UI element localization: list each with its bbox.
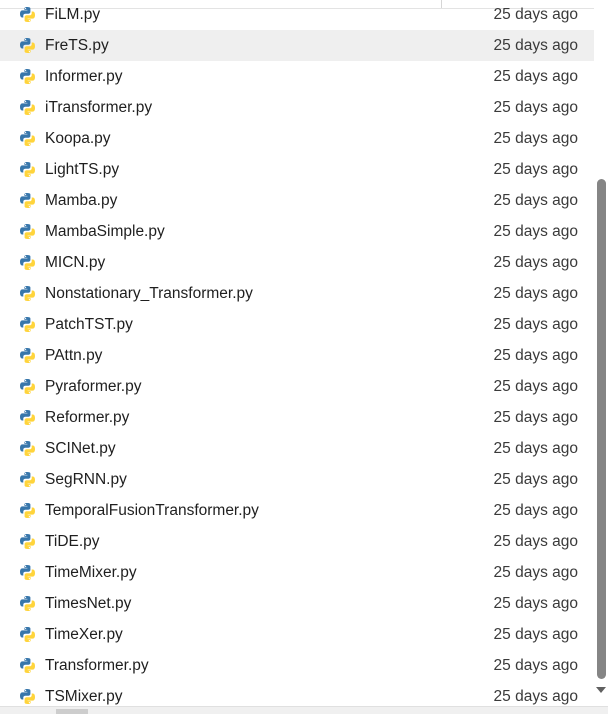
- file-modified-date: 25 days ago: [493, 37, 578, 54]
- file-modified-date: 25 days ago: [493, 223, 578, 240]
- file-row[interactable]: TimesNet.py 25 days ago: [0, 588, 594, 619]
- file-modified-date: 25 days ago: [493, 161, 578, 178]
- python-file-icon: [19, 192, 36, 209]
- python-file-icon: [19, 440, 36, 457]
- file-name[interactable]: Reformer.py: [45, 408, 129, 428]
- file-name[interactable]: PAttn.py: [45, 346, 102, 366]
- file-row[interactable]: Informer.py 25 days ago: [0, 61, 594, 92]
- file-row[interactable]: MICN.py 25 days ago: [0, 247, 594, 278]
- file-modified-date: 25 days ago: [493, 285, 578, 302]
- file-name[interactable]: Informer.py: [45, 67, 123, 87]
- file-row[interactable]: MambaSimple.py 25 days ago: [0, 216, 594, 247]
- python-file-icon: [19, 68, 36, 85]
- file-modified-date: 25 days ago: [493, 192, 578, 209]
- file-modified-date: 25 days ago: [493, 471, 578, 488]
- file-modified-date: 25 days ago: [493, 254, 578, 271]
- file-modified-date: 25 days ago: [493, 316, 578, 333]
- file-name[interactable]: FreTS.py: [45, 36, 109, 56]
- file-modified-date: 25 days ago: [493, 564, 578, 581]
- python-file-icon: [19, 285, 36, 302]
- file-row[interactable]: Mamba.py 25 days ago: [0, 185, 594, 216]
- python-file-icon: [19, 223, 36, 240]
- python-file-icon: [19, 37, 36, 54]
- python-file-icon: [19, 254, 36, 271]
- file-row[interactable]: PAttn.py 25 days ago: [0, 340, 594, 371]
- python-file-icon: [19, 130, 36, 147]
- file-row[interactable]: FiLM.py 25 days ago: [0, 0, 594, 30]
- file-modified-date: 25 days ago: [493, 533, 578, 550]
- file-row[interactable]: PatchTST.py 25 days ago: [0, 309, 594, 340]
- file-modified-date: 25 days ago: [493, 378, 578, 395]
- file-row[interactable]: Reformer.py 25 days ago: [0, 402, 594, 433]
- file-list: FiLM.py 25 days ago FreTS.py 25 days ago…: [0, 0, 594, 712]
- python-file-icon: [19, 6, 36, 23]
- file-name[interactable]: TSMixer.py: [45, 687, 123, 707]
- scrollbar-thumb[interactable]: [597, 179, 606, 679]
- python-file-icon: [19, 316, 36, 333]
- file-modified-date: 25 days ago: [493, 99, 578, 116]
- python-file-icon: [19, 688, 36, 705]
- file-row[interactable]: TiDE.py 25 days ago: [0, 526, 594, 557]
- file-row[interactable]: Nonstationary_Transformer.py 25 days ago: [0, 278, 594, 309]
- horizontal-scrollbar-thumb[interactable]: [56, 709, 88, 714]
- file-name[interactable]: MICN.py: [45, 253, 105, 273]
- file-row[interactable]: SegRNN.py 25 days ago: [0, 464, 594, 495]
- file-modified-date: 25 days ago: [493, 68, 578, 85]
- file-list-panel: FiLM.py 25 days ago FreTS.py 25 days ago…: [0, 0, 608, 714]
- file-row[interactable]: iTransformer.py 25 days ago: [0, 92, 594, 123]
- file-modified-date: 25 days ago: [493, 688, 578, 705]
- file-row[interactable]: Pyraformer.py 25 days ago: [0, 371, 594, 402]
- file-modified-date: 25 days ago: [493, 409, 578, 426]
- file-row[interactable]: TimeXer.py 25 days ago: [0, 619, 594, 650]
- file-modified-date: 25 days ago: [493, 626, 578, 643]
- file-modified-date: 25 days ago: [493, 6, 578, 23]
- file-name[interactable]: Transformer.py: [45, 656, 149, 676]
- file-modified-date: 25 days ago: [493, 130, 578, 147]
- file-name[interactable]: TimeXer.py: [45, 625, 123, 645]
- file-name[interactable]: Mamba.py: [45, 191, 117, 211]
- python-file-icon: [19, 626, 36, 643]
- file-name[interactable]: TiDE.py: [45, 532, 100, 552]
- file-modified-date: 25 days ago: [493, 595, 578, 612]
- python-file-icon: [19, 564, 36, 581]
- file-row[interactable]: TemporalFusionTransformer.py 25 days ago: [0, 495, 594, 526]
- horizontal-scrollbar[interactable]: [0, 706, 608, 714]
- file-name[interactable]: FiLM.py: [45, 5, 100, 25]
- file-name[interactable]: SegRNN.py: [45, 470, 127, 490]
- scroll-down-arrow-icon[interactable]: [596, 687, 606, 693]
- file-name[interactable]: MambaSimple.py: [45, 222, 165, 242]
- python-file-icon: [19, 657, 36, 674]
- file-row[interactable]: TimeMixer.py 25 days ago: [0, 557, 594, 588]
- python-file-icon: [19, 99, 36, 116]
- file-modified-date: 25 days ago: [493, 440, 578, 457]
- file-modified-date: 25 days ago: [493, 502, 578, 519]
- file-name[interactable]: Koopa.py: [45, 129, 111, 149]
- file-name[interactable]: iTransformer.py: [45, 98, 152, 118]
- file-row[interactable]: Transformer.py 25 days ago: [0, 650, 594, 681]
- file-name[interactable]: TimeMixer.py: [45, 563, 137, 583]
- file-modified-date: 25 days ago: [493, 347, 578, 364]
- python-file-icon: [19, 533, 36, 550]
- file-name[interactable]: TimesNet.py: [45, 594, 131, 614]
- file-name[interactable]: LightTS.py: [45, 160, 119, 180]
- file-name[interactable]: Pyraformer.py: [45, 377, 141, 397]
- file-name[interactable]: PatchTST.py: [45, 315, 133, 335]
- python-file-icon: [19, 409, 36, 426]
- file-row[interactable]: LightTS.py 25 days ago: [0, 154, 594, 185]
- python-file-icon: [19, 347, 36, 364]
- python-file-icon: [19, 471, 36, 488]
- file-row[interactable]: FreTS.py 25 days ago: [0, 30, 594, 61]
- python-file-icon: [19, 161, 36, 178]
- file-modified-date: 25 days ago: [493, 657, 578, 674]
- file-row[interactable]: Koopa.py 25 days ago: [0, 123, 594, 154]
- file-row[interactable]: SCINet.py 25 days ago: [0, 433, 594, 464]
- file-name[interactable]: Nonstationary_Transformer.py: [45, 284, 253, 304]
- python-file-icon: [19, 595, 36, 612]
- file-name[interactable]: TemporalFusionTransformer.py: [45, 501, 259, 521]
- vertical-scrollbar[interactable]: [594, 0, 608, 706]
- file-name[interactable]: SCINet.py: [45, 439, 116, 459]
- python-file-icon: [19, 378, 36, 395]
- python-file-icon: [19, 502, 36, 519]
